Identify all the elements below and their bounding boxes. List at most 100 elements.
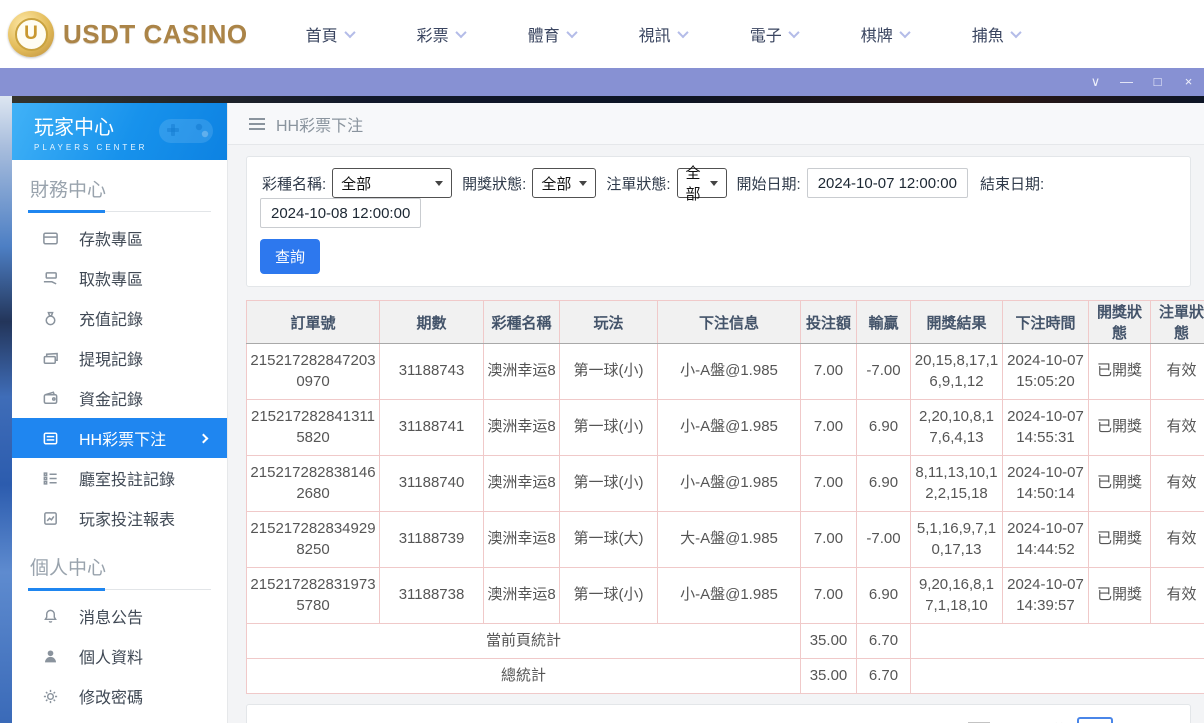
lottery-name-label: 彩種名稱: [262, 175, 327, 193]
sidebar-item-announcements[interactable]: 消息公告 [12, 596, 227, 636]
cell-amount: 7.00 [800, 567, 857, 624]
withdraw-icon [42, 270, 59, 287]
sidebar-item-profile[interactable]: 個人資料 [12, 636, 227, 676]
cell-lottery: 澳洲幸运8 [483, 399, 560, 456]
table-header-row: 訂單號 期數 彩種名稱 玩法 下注信息 投注額 輸贏 開獎結果 下注時間 開獎狀… [246, 300, 1204, 344]
sidebar-item-label: 玩家投注報表 [79, 512, 176, 529]
nav-item-slots[interactable]: 電子 [749, 22, 800, 46]
cell-period: 31188743 [379, 343, 484, 400]
chevron-down-icon [899, 26, 911, 39]
sidebar-item-deposit[interactable]: 存款專區 [12, 218, 227, 258]
next-page-link[interactable]: 下一页 [999, 720, 1044, 723]
current-page-summary-row: 當前頁統計 35.00 6.70 [246, 623, 1204, 659]
nav-label: 電子 [749, 28, 782, 45]
first-page-link[interactable]: 首页 [875, 720, 905, 723]
cell-bet-time: 2024-10-07 14:44:52 [1002, 511, 1089, 568]
finance-items: 存款專區 取款專區 充值記錄 提現記錄 資金記錄 HH彩票下注 廳室投註記錄 玩… [12, 212, 227, 538]
section-title-personal: 個人中心 [28, 538, 211, 591]
page-title: HH彩票下注 [276, 117, 364, 135]
col-order-id: 訂單號 [246, 300, 380, 344]
section-title-finance: 財務中心 [28, 160, 211, 213]
sidebar-item-label: 資金記錄 [79, 392, 144, 409]
bell-icon [42, 608, 59, 625]
col-win-loss: 輸贏 [856, 300, 911, 344]
gear-icon [42, 688, 59, 705]
cell-order-id: 2152172828472030970 [246, 343, 380, 400]
cell-play: 第一球(小) [559, 455, 658, 512]
page-header: HH彩票下注 [228, 103, 1204, 145]
sidebar-item-label: 消息公告 [79, 610, 144, 627]
nav-item-home[interactable]: 首頁 [306, 22, 356, 46]
sidebar-item-hh-lottery-bets[interactable]: HH彩票下注 [12, 418, 227, 458]
brand-logo[interactable]: U USDT CASINO [8, 11, 248, 57]
nav-label: 棋牌 [860, 28, 893, 45]
cell-amount: 7.00 [800, 511, 857, 568]
sidebar-item-label: 取款專區 [79, 272, 144, 289]
filter-panel: 彩種名稱: 全部 開獎狀態: 全部 注單狀態: 全部 開始日期: 2024-10… [246, 156, 1191, 287]
cell-lottery: 澳洲幸运8 [483, 343, 560, 400]
nav-item-sports[interactable]: 體育 [527, 22, 578, 46]
cell-draw-status: 已開獎 [1088, 455, 1151, 512]
cell-order-id: 2152172828349298250 [246, 511, 380, 568]
lottery-bet-list-icon [42, 430, 59, 447]
sidebar-item-withdrawal-records[interactable]: 提現記錄 [12, 338, 227, 378]
search-button[interactable]: 查詢 [260, 239, 321, 274]
cell-win-loss: 6.90 [856, 455, 911, 512]
prev-page-link[interactable]: 上一页 [914, 720, 959, 723]
sidebar-item-player-bet-report[interactable]: 玩家投注報表 [12, 498, 227, 538]
cell-order-id: 2152172828381462680 [246, 455, 380, 512]
nav-item-boardgames[interactable]: 棋牌 [860, 22, 911, 46]
main-panel: 彩種名稱: 全部 開獎狀態: 全部 注單狀態: 全部 開始日期: 2024-10… [228, 145, 1204, 723]
start-date-input[interactable]: 2024-10-07 12:00:00 [806, 168, 968, 198]
sidebar-item-label: 充值記錄 [79, 312, 144, 329]
nav-label: 體育 [527, 28, 560, 45]
sidebar-item-label: 提現記錄 [79, 352, 144, 369]
section-title-agent: 代理中心 [28, 716, 211, 723]
nav-label: 視訊 [638, 28, 671, 45]
cell-order-status: 有效 [1150, 399, 1204, 456]
sidebar-item-room-bet-records[interactable]: 廳室投註記錄 [12, 458, 227, 498]
nav-item-lottery[interactable]: 彩票 [417, 22, 467, 46]
hamburger-icon[interactable] [249, 117, 265, 130]
window-dropdown-icon[interactable]: ∨ [1080, 68, 1111, 96]
cell-period: 31188738 [379, 567, 484, 624]
end-date-input[interactable]: 2024-10-08 12:00:00 [260, 198, 422, 228]
background-image-sliver [0, 96, 12, 723]
jump-suffix-text: 页 [1122, 720, 1137, 723]
select-arrow-icon [709, 180, 718, 186]
sidebar-item-funds-records[interactable]: 資金記錄 [12, 378, 227, 418]
moneybag-icon [42, 310, 59, 327]
lottery-name-select[interactable]: 全部 [332, 168, 453, 198]
nav-item-live-video[interactable]: 視訊 [638, 22, 689, 46]
sidebar-header: 玩家中心 PLAYERS CENTER [12, 103, 227, 160]
checklist-icon [42, 470, 59, 487]
sidebar: 玩家中心 PLAYERS CENTER 財務中心 存款專區 取款專區 充值記錄 … [12, 103, 228, 723]
order-status-select[interactable]: 全部 [676, 165, 727, 203]
draw-status-select[interactable]: 全部 [532, 168, 597, 198]
cell-win-loss: 6.90 [856, 399, 911, 456]
chevron-down-icon [788, 26, 800, 39]
sidebar-item-label: 個人資料 [79, 650, 144, 667]
sidebar-item-recharge-records[interactable]: 充值記錄 [12, 298, 227, 338]
selected-value: 全部 [341, 175, 372, 193]
col-draw-status: 開獎狀態 [1088, 300, 1151, 344]
table-row: 2152172828319735780 31188738 澳洲幸运8 第一球(小… [246, 567, 1204, 624]
jump-button[interactable]: 跳转 [1146, 720, 1176, 723]
sidebar-item-withdraw[interactable]: 取款專區 [12, 258, 227, 298]
window-title-bar: ∨ — □ × [0, 68, 1204, 96]
cell-order-status: 有效 [1150, 343, 1204, 400]
start-date-label: 開始日期: [736, 175, 801, 193]
personal-items: 消息公告 個人資料 修改密碼 [12, 590, 227, 716]
window-minimize-icon[interactable]: — [1111, 68, 1142, 96]
col-play: 玩法 [559, 300, 658, 344]
page-jump-input[interactable] [1076, 716, 1113, 723]
window-close-icon[interactable]: × [1173, 68, 1204, 96]
window-maximize-icon[interactable]: □ [1142, 68, 1173, 96]
cell-bet-info: 小-A盤@1.985 [657, 455, 801, 512]
nav-item-fishing[interactable]: 捕魚 [972, 22, 1022, 46]
cell-period: 31188739 [379, 511, 484, 568]
sidebar-item-change-password[interactable]: 修改密碼 [12, 676, 227, 716]
selected-value: 全部 [685, 165, 701, 203]
bets-table: 訂單號 期數 彩種名稱 玩法 下注信息 投注額 輸贏 開獎結果 下注時間 開獎狀… [246, 300, 1204, 694]
summary-empty [910, 623, 1204, 659]
